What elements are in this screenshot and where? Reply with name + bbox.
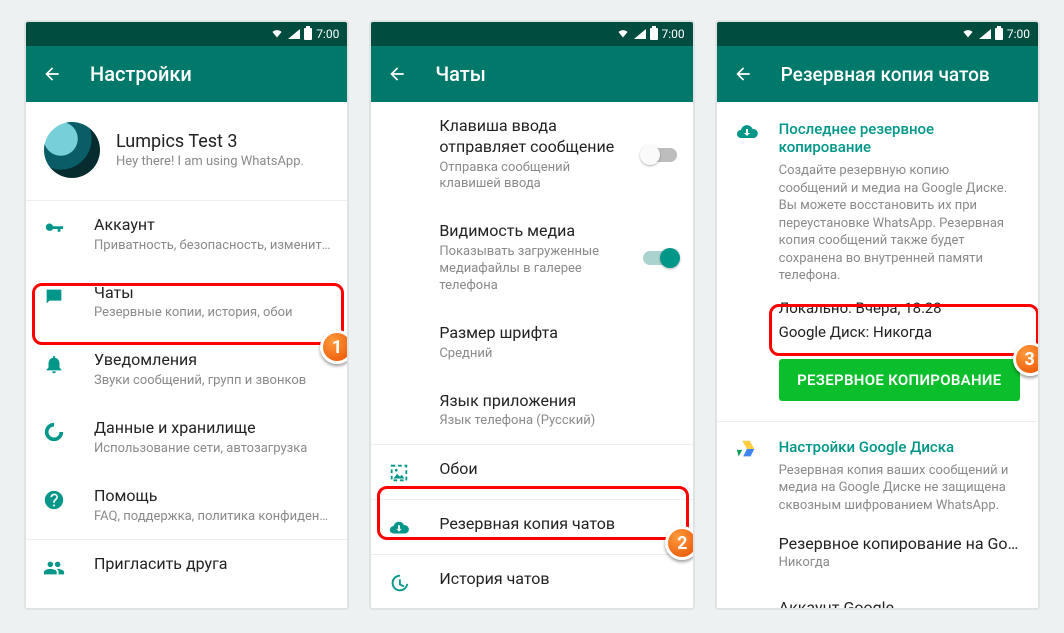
phone-backup: 7:00 Резервная копия чатов Последнее рез… [715, 20, 1040, 610]
appbar-title: Чаты [435, 62, 485, 86]
list-item-title: Резервная копия чатов [439, 514, 676, 535]
list-item-title: Аккаунт [94, 215, 331, 236]
list-item-title: Язык приложения [439, 391, 676, 412]
list-item-sub: Отправка сообщений клавишей ввода [439, 160, 614, 194]
drive-backup-row: Google Диск: Никогда [779, 323, 1020, 341]
app-bar: Резервная копия чатов [717, 46, 1038, 102]
profile-row[interactable]: Lumpics Test 3 Hey there! I am using Wha… [26, 102, 347, 200]
chat-link-wallpaper[interactable]: Обои [371, 445, 692, 499]
battery-icon [650, 28, 658, 40]
settings-content: Lumpics Test 3 Hey there! I am using Wha… [26, 102, 347, 608]
wifi-icon [616, 27, 630, 42]
profile-name: Lumpics Test 3 [116, 131, 304, 152]
list-item-title: Аккаунт Google [779, 598, 1020, 608]
appbar-title: Резервная копия чатов [781, 63, 990, 86]
profile-status: Hey there! I am using WhatsApp. [116, 154, 304, 169]
list-item-title: Размер шрифта [439, 323, 676, 344]
signal-icon [288, 29, 300, 39]
local-label: Локально: [779, 299, 852, 317]
section-gdrive: Настройки Google Диска [779, 438, 1020, 456]
local-backup-row: Локально: Вчера, 18:28 [779, 299, 1020, 317]
list-item-sub: Показывать загруженные медиафайлы в гале… [439, 244, 614, 295]
battery-icon [304, 28, 312, 40]
list-item-title: Резервное копирование на Googl... [779, 534, 1020, 553]
list-item-sub: Язык телефона (Русский) [439, 413, 676, 430]
settings-item-help[interactable]: Помощь FAQ, поддержка, политика конфиден… [26, 472, 347, 540]
list-item-title: Видимость медиа [439, 221, 614, 242]
help-icon [42, 488, 66, 512]
status-bar: 7:00 [26, 22, 347, 46]
status-bar: 7:00 [371, 22, 692, 46]
local-value: Вчера, 18:28 [856, 299, 942, 317]
back-icon[interactable] [387, 64, 407, 84]
list-item-sub: Приватность, безопасность, изменить но..… [94, 238, 331, 255]
settings-item-chats[interactable]: Чаты Резервные копии, история, обои [26, 269, 347, 337]
settings-item-notifications[interactable]: Уведомления Звуки сообщений, групп и зво… [26, 336, 347, 404]
data-icon [42, 420, 66, 444]
list-item-title: История чатов [439, 569, 676, 590]
chat-link-history[interactable]: История чатов [371, 555, 692, 608]
chat-icon [42, 285, 66, 309]
list-item-title: Данные и хранилище [94, 418, 331, 439]
wallpaper-icon [387, 461, 411, 485]
chat-opt-media-visibility[interactable]: Видимость медиа Показывать загруженные м… [371, 207, 692, 308]
chat-opt-app-language[interactable]: Язык приложения Язык телефона (Русский) [371, 377, 692, 445]
avatar [44, 122, 100, 178]
back-icon[interactable] [42, 64, 62, 84]
appbar-title: Настройки [90, 62, 192, 86]
list-item-sub: Никогда [779, 555, 1020, 570]
drive-value: Никогда [873, 323, 932, 341]
list-item-title: Уведомления [94, 350, 331, 371]
list-item-sub: Использование сети, автозагрузка [94, 441, 331, 458]
wifi-icon [961, 27, 975, 42]
status-time: 7:00 [1007, 27, 1030, 41]
back-icon[interactable] [733, 64, 753, 84]
bell-icon [42, 352, 66, 376]
cloud-up-icon [387, 516, 411, 540]
app-bar: Чаты [371, 46, 692, 102]
settings-item-account[interactable]: Аккаунт Приватность, безопасность, измен… [26, 201, 347, 269]
backup-content: Последнее резервное копирование Создайте… [717, 102, 1038, 608]
settings-item-data[interactable]: Данные и хранилище Использование сети, а… [26, 404, 347, 472]
status-time: 7:00 [316, 27, 339, 41]
last-backup-desc: Создайте резервную копию сообщений и мед… [779, 162, 1020, 285]
chat-opt-enter-send[interactable]: Клавиша ввода отправляет сообщение Отпра… [371, 102, 692, 207]
settings-item-invite[interactable]: Пригласить друга [26, 540, 347, 594]
list-item-sub: Средний [439, 346, 676, 363]
list-item-title: Пригласить друга [94, 554, 331, 575]
chat-opt-font-size[interactable]: Размер шрифта Средний [371, 309, 692, 377]
list-item-sub: Звуки сообщений, групп и звонков [94, 373, 331, 390]
backup-now-button[interactable]: РЕЗЕРВНОЕ КОПИРОВАНИЕ [779, 359, 1020, 401]
history-icon [387, 571, 411, 595]
google-drive-icon [735, 438, 759, 515]
status-bar: 7:00 [717, 22, 1038, 46]
signal-icon [634, 29, 646, 39]
chats-content: Клавиша ввода отправляет сообщение Отпра… [371, 102, 692, 608]
toggle-switch[interactable] [643, 251, 677, 265]
gdrive-desc: Резервная копия ваших сообщений и медиа … [779, 462, 1020, 515]
wifi-icon [270, 27, 284, 42]
list-item-title: Помощь [94, 486, 331, 507]
gdrive-account[interactable]: Аккаунт Google Не выбрано [761, 584, 1038, 608]
list-item-title: Чаты [94, 283, 331, 304]
key-icon [42, 217, 66, 241]
app-bar: Настройки [26, 46, 347, 102]
drive-label: Google Диск: [779, 323, 870, 341]
list-item-title: Клавиша ввода отправляет сообщение [439, 116, 614, 158]
battery-icon [995, 28, 1003, 40]
list-item-title: Обои [439, 459, 676, 480]
signal-icon [979, 29, 991, 39]
phone-settings: 7:00 Настройки Lumpics Test 3 Hey there!… [24, 20, 349, 610]
list-item-sub: Резервные копии, история, обои [94, 305, 331, 322]
chat-link-backup[interactable]: Резервная копия чатов [371, 500, 692, 554]
phone-chats: 7:00 Чаты Клавиша ввода отправляет сообщ… [369, 20, 694, 610]
toggle-switch[interactable] [643, 148, 677, 162]
cloud-up-icon [735, 120, 759, 401]
section-last-backup: Последнее резервное копирование [779, 120, 1020, 156]
status-time: 7:00 [662, 27, 685, 41]
list-item-sub: FAQ, поддержка, политика конфиденциаl... [94, 509, 331, 526]
gdrive-backup-frequency[interactable]: Резервное копирование на Googl... Никогд… [761, 520, 1038, 584]
people-icon [42, 556, 66, 580]
